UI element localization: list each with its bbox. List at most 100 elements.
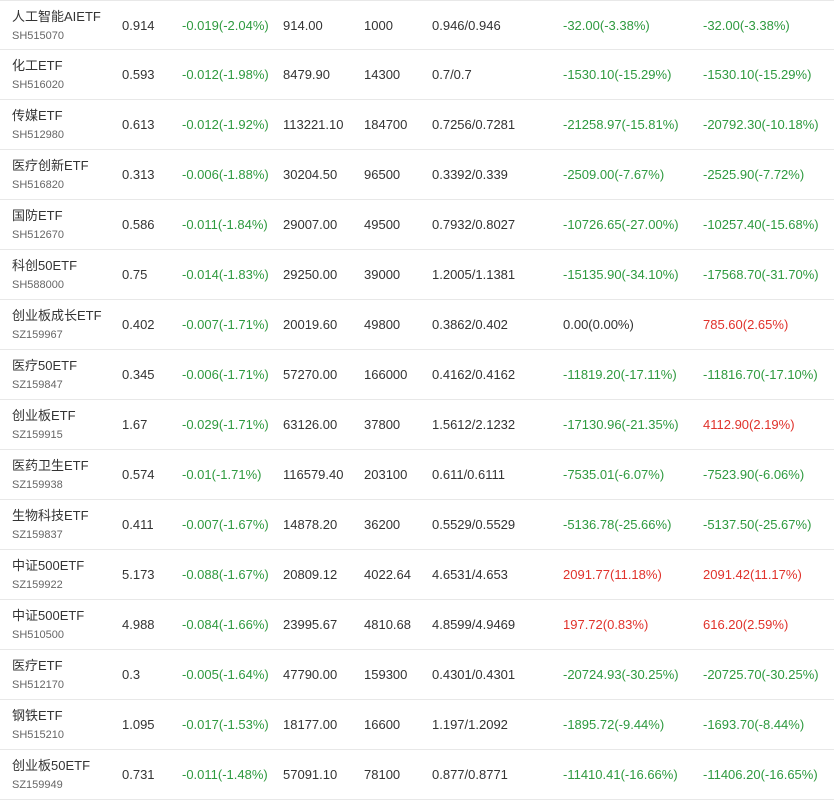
- fund-code: SH588000: [12, 279, 64, 291]
- fund-code: SZ159837: [12, 529, 63, 541]
- fund-name[interactable]: 创业板50ETF: [12, 758, 90, 774]
- current-price: 0.345: [122, 367, 155, 382]
- table-row[interactable]: 化工ETF SH516020 0.593 -0.012(-1.98%) 8479.90 1…: [0, 50, 834, 100]
- holding-quantity: 184700: [364, 117, 408, 132]
- market-value: 63126.00: [283, 417, 338, 432]
- fund-name[interactable]: 钢铁ETF: [12, 708, 63, 724]
- table-row[interactable]: 科创50ETF SH588000 0.75 -0.014(-1.83%) 29250.0…: [0, 250, 834, 300]
- holding-quantity: 166000: [364, 367, 408, 382]
- profit-loss-total: -5137.50(-25.67%): [703, 517, 812, 532]
- table-row[interactable]: 人工智能AIETF SH515070 0.914 -0.019(-2.04%) 914.…: [0, 0, 834, 50]
- current-price: 0.411: [122, 517, 154, 532]
- table-row[interactable]: 中证500ETF SZ159922 5.173 -0.088(-1.67%) 20809…: [0, 550, 834, 600]
- fund-name[interactable]: 国防ETF: [12, 208, 63, 224]
- fund-code: SH510500: [12, 629, 64, 641]
- table-row[interactable]: 医药卫生ETF SZ159938 0.574 -0.01(-1.71%) 116579.…: [0, 450, 834, 500]
- price-change: -0.007(-1.71%): [182, 317, 269, 332]
- fund-name[interactable]: 化工ETF: [12, 58, 63, 74]
- holding-quantity: 14300: [364, 67, 401, 82]
- profit-loss: 0.00(0.00%): [563, 317, 634, 332]
- cost-price: 1.2005/1.1381: [432, 267, 516, 282]
- profit-loss-total: -32.00(-3.38%): [703, 18, 790, 33]
- table-row[interactable]: 创业板ETF SZ159915 1.67 -0.029(-1.71%) 63126.00…: [0, 400, 834, 450]
- current-price: 0.593: [122, 67, 155, 82]
- fund-name[interactable]: 中证500ETF: [12, 558, 84, 574]
- market-value: 14878.20: [283, 517, 338, 532]
- profit-loss-total: 4112.90(2.19%): [703, 417, 795, 432]
- table-row[interactable]: 生物科技ETF SZ159837 0.411 -0.007(-1.67%) 14878.…: [0, 500, 834, 550]
- current-price: 1.095: [122, 717, 155, 732]
- market-value: 914.00: [283, 18, 323, 33]
- current-price: 0.731: [122, 767, 155, 782]
- table-row[interactable]: 国防ETF SH512670 0.586 -0.011(-1.84%) 29007.00…: [0, 200, 834, 250]
- profit-loss: -1895.72(-9.44%): [563, 717, 665, 732]
- holding-quantity: 36200: [364, 517, 401, 532]
- market-value: 18177.00: [283, 717, 338, 732]
- market-value: 20019.60: [283, 317, 338, 332]
- profit-loss-total: -20725.70(-30.25%): [703, 667, 819, 682]
- holding-quantity: 49800: [364, 317, 401, 332]
- holding-quantity: 78100: [364, 767, 401, 782]
- fund-name[interactable]: 医疗ETF: [12, 658, 63, 674]
- fund-code: SZ159967: [12, 329, 63, 341]
- holding-quantity: 16600: [364, 717, 401, 732]
- fund-name[interactable]: 创业板ETF: [12, 408, 76, 424]
- fund-name[interactable]: 中证500ETF: [12, 608, 84, 624]
- current-price: 0.402: [122, 317, 155, 332]
- market-value: 20809.12: [283, 567, 338, 582]
- fund-code: SZ159847: [12, 379, 63, 391]
- cost-price: 4.8599/4.9469: [432, 617, 516, 632]
- table-row[interactable]: 医疗50ETF SZ159847 0.345 -0.006(-1.71%) 57270.…: [0, 350, 834, 400]
- market-value: 29250.00: [283, 267, 338, 282]
- fund-code: SH512670: [12, 229, 64, 241]
- holding-quantity: 49500: [364, 217, 401, 232]
- table-row[interactable]: 医疗ETF SH512170 0.3 -0.005(-1.64%) 47790.00 15…: [0, 650, 834, 700]
- market-value: 23995.67: [283, 617, 338, 632]
- cost-price: 0.877/0.8771: [432, 767, 508, 782]
- fund-name[interactable]: 人工智能AIETF: [12, 9, 101, 25]
- current-price: 4.988: [122, 617, 155, 632]
- profit-loss: -20724.93(-30.25%): [563, 667, 679, 682]
- fund-name[interactable]: 医疗50ETF: [12, 358, 77, 374]
- price-change: -0.01(-1.71%): [182, 467, 262, 482]
- current-price: 0.75: [122, 267, 148, 282]
- table-row[interactable]: 中证500ETF SH510500 4.988 -0.084(-1.66%) 23995…: [0, 600, 834, 650]
- holding-quantity: 96500: [364, 167, 401, 182]
- cost-price: 0.5529/0.5529: [432, 517, 516, 532]
- profit-loss: -2509.00(-7.67%): [563, 167, 665, 182]
- price-change: -0.029(-1.71%): [182, 417, 269, 432]
- holding-quantity: 203100: [364, 467, 408, 482]
- cost-price: 0.4162/0.4162: [432, 367, 516, 382]
- price-change: -0.005(-1.64%): [182, 667, 269, 682]
- cost-price: 0.4301/0.4301: [432, 667, 516, 682]
- profit-loss-total: 616.20(2.59%): [703, 617, 789, 632]
- table-row[interactable]: 医疗创新ETF SH516820 0.313 -0.006(-1.88%) 30204.…: [0, 150, 834, 200]
- table-row[interactable]: 钢铁ETF SH515210 1.095 -0.017(-1.53%) 18177.00…: [0, 700, 834, 750]
- profit-loss: -11819.20(-17.11%): [563, 367, 677, 382]
- fund-name[interactable]: 传媒ETF: [12, 108, 63, 124]
- market-value: 8479.90: [283, 67, 330, 82]
- fund-name[interactable]: 医药卫生ETF: [12, 458, 89, 474]
- profit-loss: -5136.78(-25.66%): [563, 517, 672, 532]
- current-price: 0.313: [122, 167, 155, 182]
- price-change: -0.014(-1.83%): [182, 267, 269, 282]
- price-change: -0.017(-1.53%): [182, 717, 269, 732]
- profit-loss: -21258.97(-15.81%): [563, 117, 679, 132]
- fund-name[interactable]: 科创50ETF: [12, 258, 77, 274]
- fund-name[interactable]: 生物科技ETF: [12, 508, 89, 524]
- profit-loss-total: -7523.90(-6.06%): [703, 467, 805, 482]
- profit-loss: 2091.77(11.18%): [563, 567, 662, 582]
- fund-name[interactable]: 创业板成长ETF: [12, 308, 102, 324]
- price-change: -0.012(-1.98%): [182, 67, 269, 82]
- profit-loss-total: -17568.70(-31.70%): [703, 267, 819, 282]
- fund-name[interactable]: 医疗创新ETF: [12, 158, 89, 174]
- profit-loss: -15135.90(-34.10%): [563, 267, 679, 282]
- fund-code: SZ159915: [12, 429, 63, 441]
- price-change: -0.011(-1.48%): [182, 767, 268, 782]
- market-value: 57270.00: [283, 367, 338, 382]
- market-value: 47790.00: [283, 667, 338, 682]
- table-row[interactable]: 传媒ETF SH512980 0.613 -0.012(-1.92%) 113221.1…: [0, 100, 834, 150]
- price-change: -0.019(-2.04%): [182, 18, 269, 33]
- table-row[interactable]: 创业板成长ETF SZ159967 0.402 -0.007(-1.71%) 20019…: [0, 300, 834, 350]
- table-row[interactable]: 创业板50ETF SZ159949 0.731 -0.011(-1.48%) 57091…: [0, 750, 834, 800]
